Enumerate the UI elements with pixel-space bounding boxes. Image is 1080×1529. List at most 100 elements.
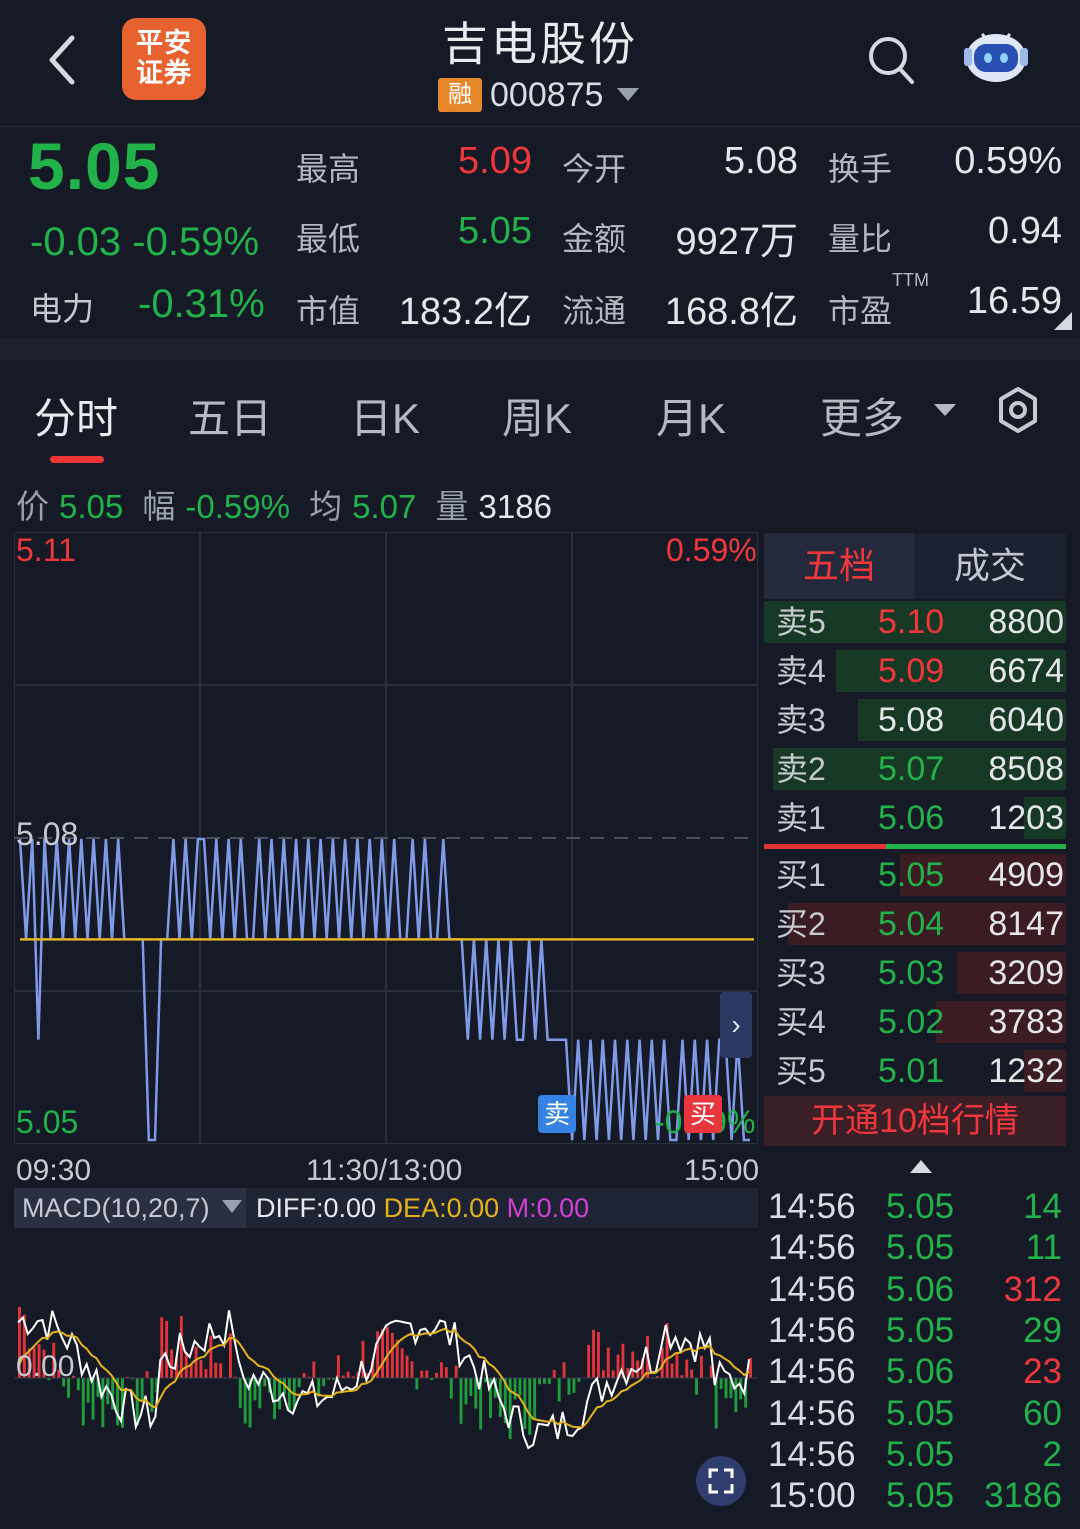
tick-price: 5.06 <box>886 1269 955 1309</box>
axis-price-min: 5.05 <box>16 1104 79 1140</box>
quote-field-label: 量比 <box>828 221 893 257</box>
level-volume: 3783 <box>988 1003 1064 1041</box>
ask-row[interactable]: 卖4 5.09 6674 <box>764 648 1066 694</box>
bid-row[interactable]: 买1 5.05 4909 <box>764 852 1066 898</box>
macd-histogram-bar <box>400 1348 404 1378</box>
macd-chart[interactable] <box>14 1230 758 1520</box>
level-price: 5.02 <box>878 1003 945 1041</box>
tick-time: 15:00 <box>768 1476 856 1516</box>
tick-row: 14:56 5.05 60 <box>768 1393 1066 1434</box>
macd-histogram-bar <box>81 1378 85 1426</box>
axis-price-max: 5.11 <box>16 532 76 568</box>
level-price: 5.10 <box>878 603 945 641</box>
stock-name[interactable]: 吉电股份 <box>380 8 700 74</box>
expand-corner-icon[interactable] <box>1054 312 1072 330</box>
macd-histogram-bar <box>724 1378 728 1399</box>
tick-volume: 29 <box>1023 1310 1062 1350</box>
tab-intraday[interactable]: 分时 <box>34 385 118 446</box>
macd-histogram-bar <box>449 1378 453 1399</box>
time-label-close: 15:00 <box>684 1154 760 1187</box>
level-label: 卖5 <box>776 604 826 640</box>
open-level10-button[interactable]: 开通10档行情 <box>764 1096 1066 1146</box>
macd-histogram-bar <box>464 1378 468 1405</box>
fullscreen-icon[interactable] <box>696 1456 746 1506</box>
buy-marker[interactable]: 买 <box>684 1095 722 1133</box>
macd-histogram-bar <box>135 1378 139 1426</box>
scroll-up-icon[interactable] <box>910 1160 932 1173</box>
quote-field-value: 0.59% <box>954 140 1062 182</box>
quote-field-value: 0.94 <box>988 210 1062 252</box>
tab-daily-k[interactable]: 日K <box>350 385 420 446</box>
tab-more[interactable]: 更多 <box>820 385 904 446</box>
macd-histogram-bar <box>675 1352 679 1378</box>
bid-row[interactable]: 买5 5.01 1232 <box>764 1048 1066 1094</box>
ask-row[interactable]: 卖1 5.06 1203 <box>764 795 1066 841</box>
level-label: 卖4 <box>776 653 826 689</box>
macd-histogram-bar <box>533 1378 537 1420</box>
sector-change: -0.31% <box>138 282 265 326</box>
chevron-down-icon[interactable] <box>617 88 639 101</box>
macd-histogram-bar <box>587 1344 591 1378</box>
crosshair-info: 价 5.05 幅 -0.59% 均 5.07 量 3186 <box>16 480 562 528</box>
tick-volume: 23 <box>1023 1352 1062 1392</box>
bid-row[interactable]: 买3 5.03 3209 <box>764 950 1066 996</box>
divider <box>0 338 1080 360</box>
tab-five-levels[interactable]: 五档 <box>764 533 914 599</box>
macd-histogram-bar <box>140 1378 144 1402</box>
caret-down-icon[interactable] <box>222 1200 242 1213</box>
ask-row[interactable]: 卖2 5.07 8508 <box>764 746 1066 792</box>
sector-label[interactable]: 电力 <box>30 284 94 330</box>
price-change-pct: -0.59% <box>132 220 260 264</box>
macd-zero-label: 0.00 <box>16 1350 75 1383</box>
tab-weekly-k[interactable]: 周K <box>502 385 572 446</box>
quote-field-label: 今开 <box>562 151 627 187</box>
level-volume: 8800 <box>988 603 1064 641</box>
stock-code[interactable]: 000875 <box>490 76 603 115</box>
macd-histogram-bar <box>547 1378 551 1384</box>
quote-field-label: 最低 <box>296 221 361 257</box>
bid-row[interactable]: 买4 5.02 3783 <box>764 999 1066 1045</box>
tick-price: 5.05 <box>886 1228 955 1268</box>
sell-marker[interactable]: 卖 <box>538 1095 576 1133</box>
gear-icon[interactable] <box>994 386 1042 434</box>
tick-row: 14:56 5.05 2 <box>768 1434 1066 1475</box>
tick-price: 5.06 <box>886 1352 955 1392</box>
tick-volume: 14 <box>1023 1187 1062 1226</box>
tick-price: 5.05 <box>886 1476 955 1516</box>
tab-monthly-k[interactable]: 月K <box>656 385 726 446</box>
macd-selector[interactable]: MACD(10,20,7) <box>14 1188 246 1228</box>
robot-assistant-icon[interactable] <box>960 26 1032 86</box>
tick-volume: 312 <box>1003 1269 1062 1309</box>
intraday-chart[interactable] <box>14 532 758 1144</box>
macd-histogram-bar <box>518 1378 522 1396</box>
price-change-abs: -0.03 <box>30 220 122 264</box>
tab-trades[interactable]: 成交 <box>914 533 1066 599</box>
level-label: 买4 <box>776 1004 826 1040</box>
tab-five-day[interactable]: 五日 <box>188 385 272 446</box>
back-icon[interactable] <box>40 30 90 90</box>
quote-field-label: 金额 <box>562 221 627 257</box>
quote-field-value: 168.8亿 <box>664 291 798 333</box>
macd-histogram-bar <box>592 1329 595 1378</box>
bid-row[interactable]: 买2 5.04 8147 <box>764 901 1066 947</box>
macd-histogram-bar <box>562 1362 566 1378</box>
quote-field-value: 5.05 <box>458 210 532 252</box>
tick-price: 5.05 <box>886 1310 955 1350</box>
chevron-right-icon[interactable]: › <box>720 992 752 1058</box>
macd-histogram-bar <box>459 1378 463 1424</box>
macd-histogram-bar <box>273 1378 276 1420</box>
search-icon[interactable] <box>866 34 916 86</box>
macd-histogram-bar <box>690 1369 694 1378</box>
macd-diff: DIFF:0.00 <box>256 1193 377 1223</box>
macd-histogram-bar <box>214 1362 218 1378</box>
ask-row[interactable]: 卖3 5.08 6040 <box>764 697 1066 743</box>
macd-histogram-bar <box>209 1335 213 1378</box>
macd-histogram-bar <box>601 1370 605 1378</box>
macd-dea: DEA:0.00 <box>383 1193 500 1223</box>
ask-row[interactable]: 卖5 5.10 8800 <box>764 599 1066 645</box>
macd-histogram-bar <box>557 1378 561 1402</box>
level-volume: 6674 <box>988 652 1064 690</box>
quote-field-value: 183.2亿 <box>398 291 532 333</box>
tick-volume: 11 <box>1025 1228 1062 1268</box>
caret-down-icon[interactable] <box>934 404 956 416</box>
